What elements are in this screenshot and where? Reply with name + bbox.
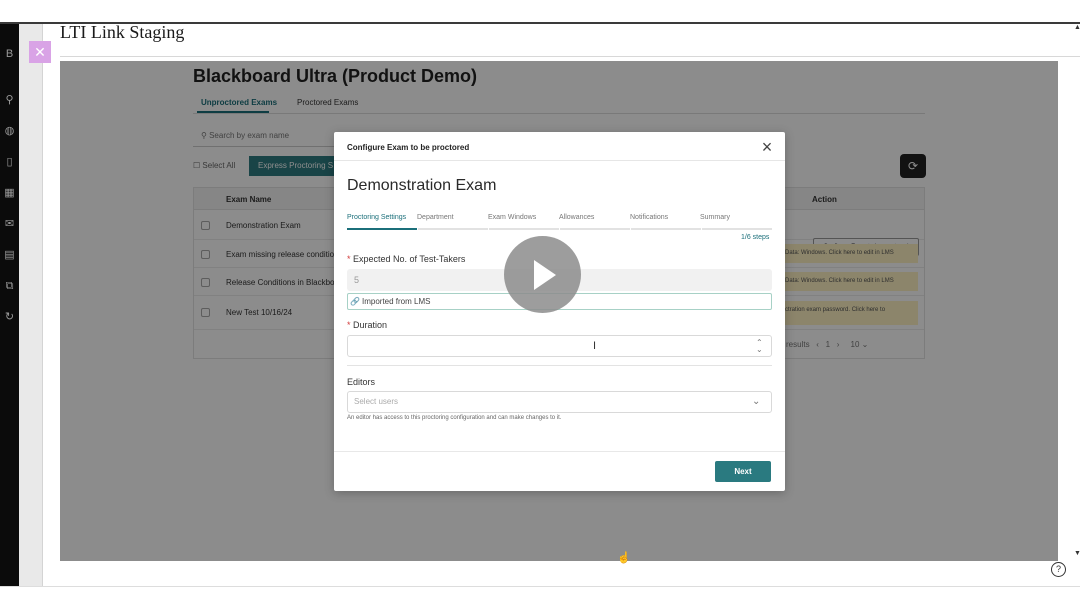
- step-summary[interactable]: Summary: [700, 214, 730, 221]
- pointer-cursor-icon: ☝: [617, 552, 631, 564]
- close-panel-button[interactable]: ✕: [29, 41, 51, 63]
- chevron-down-icon: ⌄: [752, 396, 761, 407]
- scroll-down-icon[interactable]: ▼: [1074, 550, 1080, 557]
- globe-icon[interactable]: ◍: [3, 125, 16, 138]
- grades-icon[interactable]: ▤: [3, 249, 16, 262]
- expected-takers-label: * Expected No. of Test-Takers: [347, 254, 465, 264]
- stepper-icon[interactable]: ⌃ ⌄: [756, 339, 763, 354]
- exam-title: Demonstration Exam: [347, 177, 497, 194]
- signout-icon[interactable]: ↻: [3, 311, 16, 324]
- step-progress: [489, 228, 559, 230]
- step-proctoring-settings[interactable]: Proctoring Settings: [347, 214, 406, 221]
- step-progress: [631, 228, 701, 230]
- link-icon: 🔗: [350, 297, 360, 306]
- title-divider: [60, 56, 1080, 57]
- next-button[interactable]: Next: [715, 461, 771, 482]
- messages-icon[interactable]: ✉: [3, 218, 16, 231]
- editors-label: Editors: [347, 377, 376, 387]
- course-nav-strip: [19, 24, 43, 586]
- step-progress: [702, 228, 772, 230]
- text-cursor-icon: I: [593, 340, 597, 352]
- calendar-icon[interactable]: ▦: [3, 187, 16, 200]
- window-title: LTI Link Staging: [60, 22, 185, 42]
- scroll-up-icon[interactable]: ▲: [1074, 24, 1080, 31]
- editors-select[interactable]: Select users ⌄: [347, 391, 772, 413]
- tools-icon[interactable]: ⧉: [3, 280, 16, 293]
- brand-icon: B: [5, 48, 14, 60]
- editors-placeholder: Select users: [354, 397, 399, 406]
- step-allowances[interactable]: Allowances: [559, 214, 594, 221]
- dialog-header: Configure Exam to be proctored ×: [334, 132, 785, 161]
- step-progress-active: [347, 228, 417, 230]
- lms-hint-text: Imported from LMS: [362, 297, 431, 306]
- duration-label-text: Duration: [353, 320, 388, 330]
- close-icon: ✕: [34, 44, 46, 60]
- play-icon: [534, 260, 556, 290]
- expected-takers-label-text: Expected No. of Test-Takers: [353, 254, 466, 264]
- play-video-button[interactable]: [504, 236, 581, 313]
- step-exam-windows[interactable]: Exam Windows: [488, 214, 536, 221]
- duration-label: * Duration: [347, 320, 387, 330]
- user-icon[interactable]: ⚲: [3, 94, 16, 107]
- step-counter: 1/6 steps: [741, 234, 770, 241]
- step-department[interactable]: Department: [417, 214, 454, 221]
- footer-divider: [334, 451, 785, 452]
- help-icon[interactable]: ?: [1051, 562, 1066, 577]
- section-divider: [347, 365, 772, 366]
- lms-left-rail: B ⚲ ◍ ▯ ▦ ✉ ▤ ⧉ ↻: [0, 24, 19, 586]
- editors-help-text: An editor has access to this proctoring …: [347, 415, 562, 421]
- step-progress: [418, 228, 488, 230]
- step-notifications[interactable]: Notifications: [630, 214, 668, 221]
- dialog-title: Configure Exam to be proctored: [347, 143, 470, 152]
- duration-input[interactable]: I ⌃ ⌄: [347, 335, 772, 357]
- courses-icon[interactable]: ▯: [3, 156, 16, 169]
- close-icon[interactable]: ×: [759, 137, 775, 157]
- step-progress: [560, 228, 630, 230]
- bottom-divider: [0, 586, 1080, 587]
- configure-exam-dialog: Configure Exam to be proctored × Demonst…: [334, 132, 785, 491]
